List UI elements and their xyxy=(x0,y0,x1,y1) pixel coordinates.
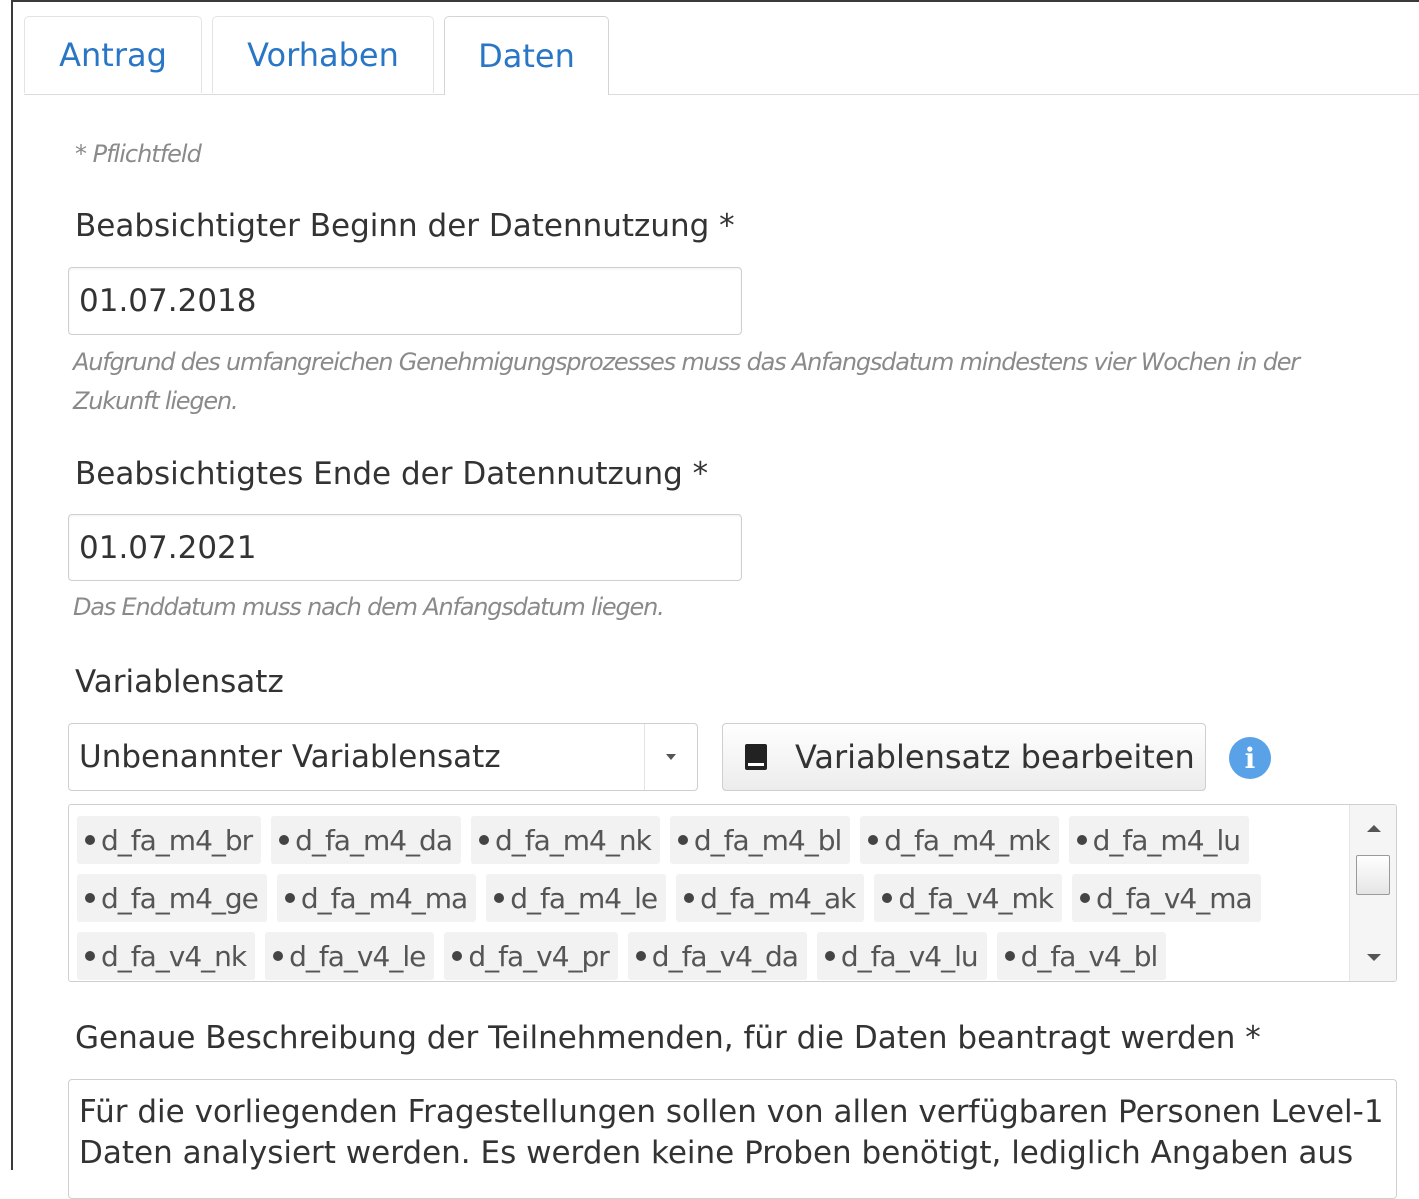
variable-chip[interactable]: d_fa_m4_ma xyxy=(276,874,477,922)
variable-chip[interactable]: d_fa_v4_mk xyxy=(874,874,1063,922)
variable-chip-rows: d_fa_m4_br d_fa_m4_da d_fa_m4_nk d_fa_m4_bl… xyxy=(77,811,1346,981)
bullet-icon xyxy=(85,951,95,961)
bullet-icon xyxy=(279,835,290,845)
bullet-icon xyxy=(824,951,835,961)
scroll-down-icon[interactable] xyxy=(1367,954,1381,961)
start-date-help: Aufgrund des umfangreichen Genehmigungsp… xyxy=(73,348,1300,415)
participants-label: Genaue Beschreibung der Teilnehmenden, f… xyxy=(75,1020,1261,1056)
bullet-icon xyxy=(494,893,505,903)
scroll-up-icon[interactable] xyxy=(1367,825,1381,832)
variable-chip-label: d_fa_m4_lu xyxy=(1092,823,1241,857)
variable-chip-label: d_fa_m4_nk xyxy=(494,823,652,857)
required-field-note: * Pflichtfeld xyxy=(75,140,202,168)
variable-chip[interactable]: d_fa_m4_le xyxy=(486,874,667,922)
caret-down-icon xyxy=(666,754,676,760)
variable-chip-label: d_fa_v4_bl xyxy=(1020,939,1159,973)
end-date-label: Beabsichtigtes Ende der Datennutzung * xyxy=(75,456,709,492)
variable-chip-label: d_fa_v4_pr xyxy=(468,939,609,973)
variable-chip[interactable]: d_fa_m4_bl xyxy=(669,816,851,864)
variable-chip[interactable]: d_fa_v4_nk xyxy=(77,932,256,980)
bullet-icon xyxy=(85,893,95,903)
tab-vorhaben[interactable]: Vorhaben xyxy=(212,16,434,93)
variable-row: d_fa_m4_ge d_fa_m4_ma d_fa_m4_le d_fa_m4_ak… xyxy=(77,869,1346,927)
info-icon[interactable]: i xyxy=(1229,737,1271,779)
variable-chip[interactable]: d_fa_v4_lu xyxy=(816,932,987,980)
variable-chip-label: d_fa_v4_nk xyxy=(101,939,247,973)
variable-chip-label: d_fa_v4_le xyxy=(289,939,426,973)
start-date-label: Beabsichtigter Beginn der Datennutzung * xyxy=(75,208,735,244)
edit-variableset-button[interactable]: Variablensatz bearbeiten xyxy=(722,723,1206,791)
bullet-icon xyxy=(635,951,646,961)
variable-chip-label: d_fa_m4_ma xyxy=(300,881,468,915)
variable-chip[interactable]: d_fa_m4_mk xyxy=(860,816,1059,864)
bullet-icon xyxy=(85,835,95,845)
variable-chip-label: d_fa_m4_le xyxy=(510,881,658,915)
variable-chip[interactable]: d_fa_m4_nk xyxy=(470,816,660,864)
page-frame xyxy=(11,0,1419,1170)
edit-variableset-label: Variablensatz bearbeiten xyxy=(795,738,1195,776)
bullet-icon xyxy=(452,951,463,961)
variable-chip[interactable]: d_fa_m4_da xyxy=(271,816,461,864)
bullet-icon xyxy=(1076,835,1087,845)
variable-chip-label: d_fa_m4_mk xyxy=(884,823,1050,857)
bullet-icon xyxy=(284,893,295,903)
select-toggle[interactable] xyxy=(644,724,697,790)
tab-bar: Antrag Vorhaben Daten xyxy=(24,16,1419,95)
end-date-help: Das Enddatum muss nach dem Anfangsdatum … xyxy=(73,593,665,621)
end-date-input[interactable]: 01.07.2021 xyxy=(68,514,742,581)
tab-antrag[interactable]: Antrag xyxy=(24,16,202,93)
start-date-input[interactable]: 01.07.2018 xyxy=(68,267,742,335)
variable-chip[interactable]: d_fa_m4_br xyxy=(77,816,262,864)
bullet-icon xyxy=(273,951,284,961)
variable-chip[interactable]: d_fa_m4_ge xyxy=(77,874,267,922)
bullet-icon xyxy=(684,893,695,903)
variable-chip[interactable]: d_fa_m4_ak xyxy=(676,874,865,922)
variable-chip[interactable]: d_fa_v4_ma xyxy=(1072,874,1261,922)
variable-chip-label: d_fa_m4_ak xyxy=(700,881,856,915)
variable-chip-label: d_fa_v4_ma xyxy=(1096,881,1253,915)
variableset-label: Variablensatz xyxy=(75,664,284,700)
variable-list-scrollbar[interactable] xyxy=(1349,805,1396,981)
variable-chip-label: d_fa_m4_br xyxy=(101,823,253,857)
bullet-icon xyxy=(677,835,688,845)
variable-row: d_fa_m4_br d_fa_m4_da d_fa_m4_nk d_fa_m4_bl… xyxy=(77,811,1346,869)
variable-list[interactable]: d_fa_m4_br d_fa_m4_da d_fa_m4_nk d_fa_m4_bl… xyxy=(68,804,1397,982)
variable-chip-label: d_fa_m4_ge xyxy=(101,881,259,915)
bullet-icon xyxy=(478,835,489,845)
variable-chip[interactable]: d_fa_v4_bl xyxy=(996,932,1167,980)
variable-row: d_fa_v4_nk d_fa_v4_le d_fa_v4_pr d_fa_v4_da… xyxy=(77,927,1346,981)
bullet-icon xyxy=(882,893,893,903)
bullet-icon xyxy=(868,835,879,845)
variable-chip[interactable]: d_fa_v4_le xyxy=(265,932,435,980)
variable-chip[interactable]: d_fa_v4_da xyxy=(627,932,807,980)
variable-chip-label: d_fa_v4_lu xyxy=(840,939,979,973)
tab-daten[interactable]: Daten xyxy=(444,16,609,95)
variableset-selected-value: Unbenannter Variablensatz xyxy=(79,739,501,775)
variable-chip-label: d_fa_m4_da xyxy=(295,823,453,857)
variable-chip-label: d_fa_m4_bl xyxy=(693,823,842,857)
participants-textarea[interactable]: Für die vorliegenden Fragestellungen sol… xyxy=(68,1079,1397,1199)
variable-chip-label: d_fa_v4_da xyxy=(651,939,799,973)
scroll-thumb[interactable] xyxy=(1356,855,1390,895)
variable-chip-label: d_fa_v4_mk xyxy=(898,881,1054,915)
variable-chip[interactable]: d_fa_m4_lu xyxy=(1068,816,1250,864)
bullet-icon xyxy=(1080,893,1091,903)
variable-chip[interactable]: d_fa_v4_pr xyxy=(444,932,618,980)
book-icon xyxy=(745,744,767,770)
bullet-icon xyxy=(1004,951,1015,961)
variableset-select[interactable]: Unbenannter Variablensatz xyxy=(68,723,698,791)
